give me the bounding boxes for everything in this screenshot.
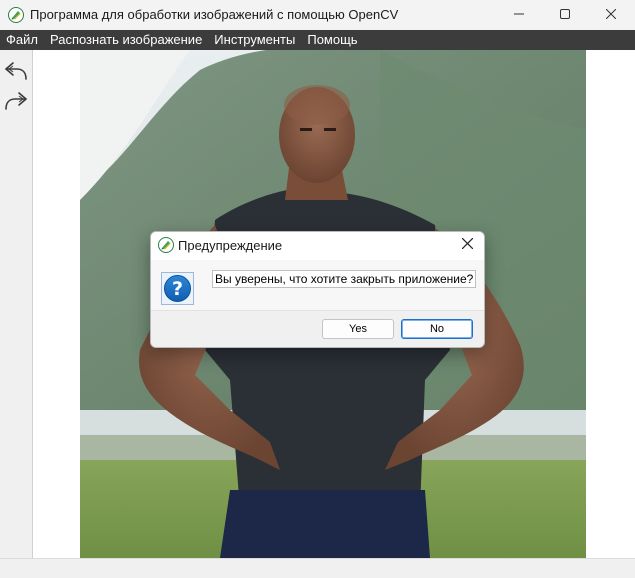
menu-item-recognize-image[interactable]: Распознать изображение [44, 30, 208, 50]
app-logo-icon [158, 237, 174, 253]
status-bar [0, 558, 635, 578]
warning-dialog: Предупреждение ? Вы уверены, что хотите … [150, 231, 485, 348]
menu-item-tools[interactable]: Инструменты [208, 30, 301, 50]
title-bar: Программа для обработки изображений с по… [0, 0, 635, 30]
app-logo-icon [8, 7, 24, 23]
window-title: Программа для обработки изображений с по… [30, 7, 399, 22]
menu-bar: Файл Распознать изображение Инструменты … [0, 30, 635, 50]
dialog-close-button[interactable] [454, 234, 480, 256]
menu-item-file[interactable]: Файл [0, 30, 44, 50]
dialog-button-row: Yes No [151, 310, 484, 347]
close-icon [461, 237, 473, 252]
side-toolbar [0, 50, 33, 558]
dialog-body: ? Вы уверены, что хотите закрыть приложе… [151, 260, 484, 310]
no-button[interactable]: No [401, 319, 473, 339]
yes-button[interactable]: Yes [322, 319, 394, 339]
close-button[interactable] [588, 0, 634, 30]
close-icon [605, 8, 617, 22]
dialog-title-bar: Предупреждение [151, 232, 484, 258]
minimize-icon [514, 8, 524, 22]
maximize-icon [560, 8, 570, 22]
question-icon: ? [161, 272, 194, 305]
dialog-message: Вы уверены, что хотите закрыть приложени… [212, 270, 477, 288]
minimize-button[interactable] [496, 0, 542, 30]
dialog-title: Предупреждение [178, 238, 283, 253]
menu-item-help[interactable]: Помощь [301, 30, 363, 50]
undo-icon [4, 60, 28, 85]
redo-icon [4, 90, 28, 115]
redo-button[interactable] [3, 90, 29, 114]
maximize-button[interactable] [542, 0, 588, 30]
undo-button[interactable] [3, 60, 29, 84]
